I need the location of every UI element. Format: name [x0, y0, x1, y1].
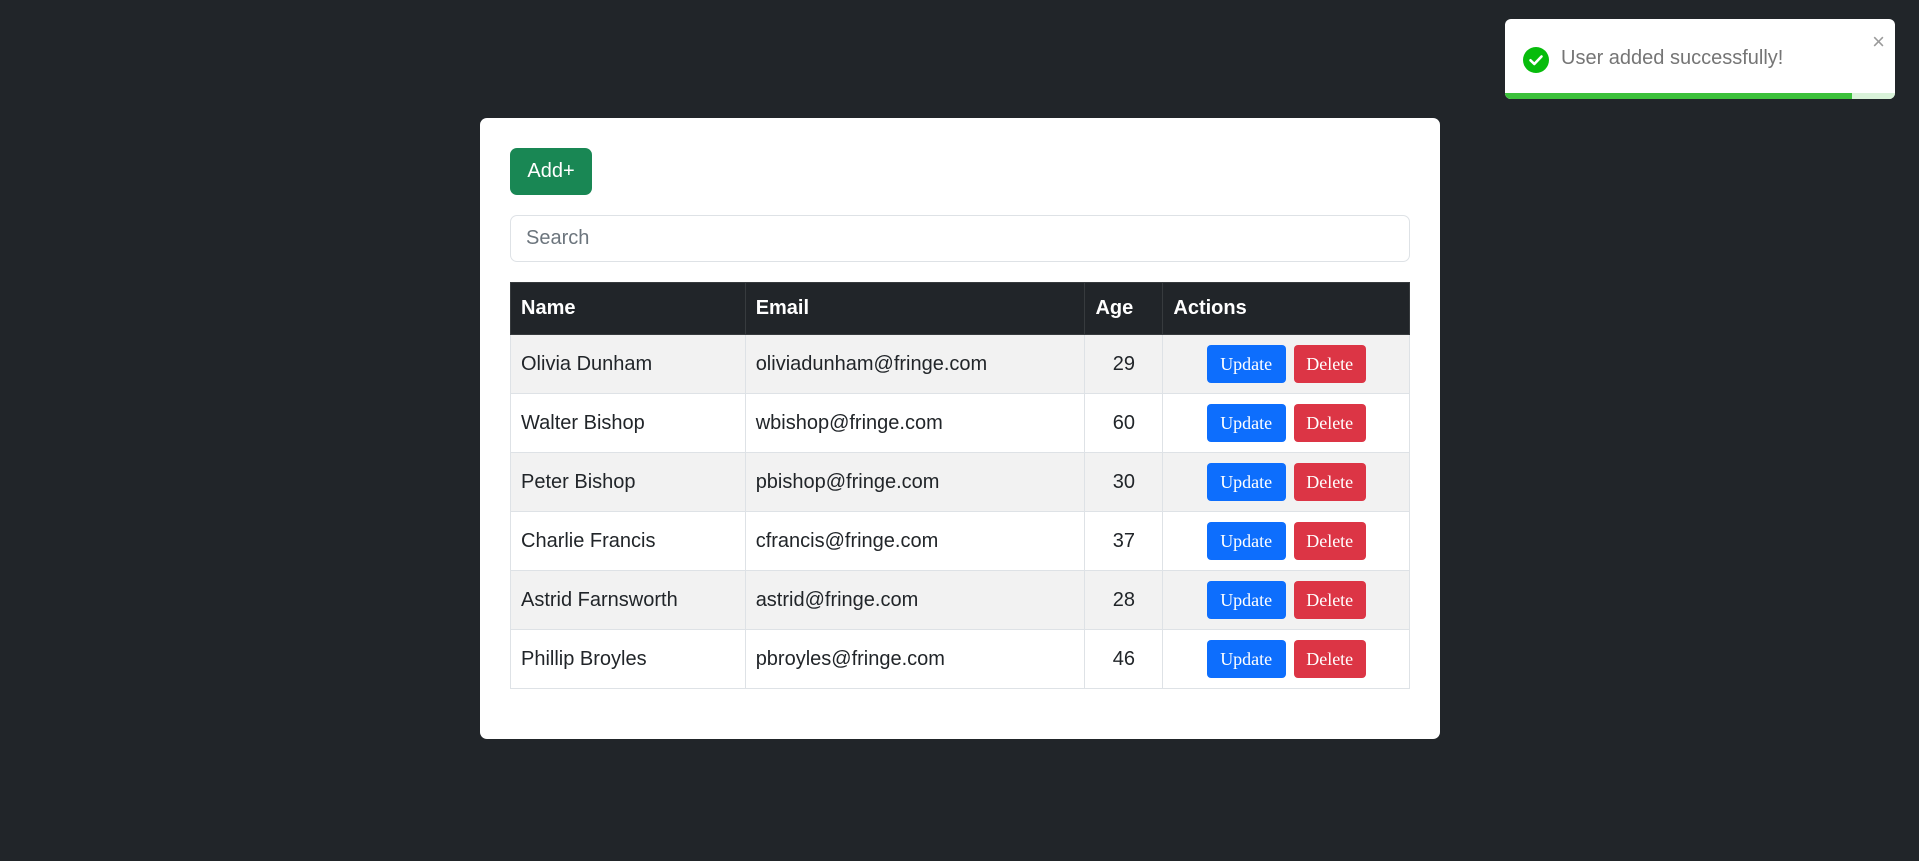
- delete-button[interactable]: Delete: [1293, 522, 1366, 560]
- cell-age: 28: [1084, 570, 1164, 630]
- table-row: Walter Bishop wbishop@fringe.com 60 Upda…: [510, 393, 1410, 453]
- search-input[interactable]: [510, 215, 1410, 262]
- table-header-row: Name Email Age Actions: [510, 282, 1410, 335]
- delete-button[interactable]: Delete: [1293, 463, 1366, 501]
- toast-message: User added successfully!: [1561, 47, 1784, 69]
- table-row: Charlie Francis cfrancis@fringe.com 37 U…: [510, 511, 1410, 571]
- update-button[interactable]: Update: [1206, 345, 1286, 383]
- toast-progress-track: [1505, 93, 1895, 99]
- header-age: Age: [1084, 282, 1164, 335]
- cell-age: 46: [1084, 629, 1164, 689]
- cell-actions: Update Delete: [1162, 511, 1410, 571]
- cell-email: astrid@fringe.com: [744, 570, 1086, 630]
- cell-email: oliviadunham@fringe.com: [744, 334, 1086, 394]
- cell-email: wbishop@fringe.com: [744, 393, 1086, 453]
- cell-name: Astrid Farnsworth: [510, 570, 746, 630]
- header-email: Email: [744, 282, 1086, 335]
- cell-name: Peter Bishop: [510, 452, 746, 512]
- update-button[interactable]: Update: [1206, 463, 1286, 501]
- cell-actions: Update Delete: [1162, 452, 1410, 512]
- update-button[interactable]: Update: [1206, 522, 1286, 560]
- header-name: Name: [510, 282, 746, 335]
- delete-button[interactable]: Delete: [1293, 404, 1366, 442]
- table-row: Olivia Dunham oliviadunham@fringe.com 29…: [510, 334, 1410, 394]
- delete-button[interactable]: Delete: [1293, 581, 1366, 619]
- table-row: Astrid Farnsworth astrid@fringe.com 28 U…: [510, 570, 1410, 630]
- check-circle-icon: [1523, 47, 1549, 73]
- cell-age: 60: [1084, 393, 1164, 453]
- success-toast: User added successfully! ×: [1505, 19, 1895, 99]
- cell-name: Walter Bishop: [510, 393, 746, 453]
- cell-name: Charlie Francis: [510, 511, 746, 571]
- header-actions: Actions: [1162, 282, 1410, 335]
- cell-actions: Update Delete: [1162, 393, 1410, 453]
- cell-age: 37: [1084, 511, 1164, 571]
- cell-name: Phillip Broyles: [510, 629, 746, 689]
- users-card: Add+ Name Email Age Actions Olivia Dunha…: [480, 118, 1440, 739]
- cell-name: Olivia Dunham: [510, 334, 746, 394]
- update-button[interactable]: Update: [1206, 640, 1286, 678]
- table-row: Peter Bishop pbishop@fringe.com 30 Updat…: [510, 452, 1410, 512]
- cell-age: 29: [1084, 334, 1164, 394]
- cell-email: cfrancis@fringe.com: [744, 511, 1086, 571]
- cell-age: 30: [1084, 452, 1164, 512]
- add-user-button[interactable]: Add+: [510, 148, 592, 195]
- toast-progress-bar: [1505, 93, 1853, 99]
- cell-email: pbishop@fringe.com: [744, 452, 1086, 512]
- cell-email: pbroyles@fringe.com: [744, 629, 1086, 689]
- users-table: Name Email Age Actions Olivia Dunham oli…: [510, 282, 1410, 689]
- delete-button[interactable]: Delete: [1293, 640, 1366, 678]
- cell-actions: Update Delete: [1162, 334, 1410, 394]
- cell-actions: Update Delete: [1162, 570, 1410, 630]
- close-icon[interactable]: ×: [1872, 31, 1885, 53]
- update-button[interactable]: Update: [1206, 404, 1286, 442]
- cell-actions: Update Delete: [1162, 629, 1410, 689]
- delete-button[interactable]: Delete: [1293, 345, 1366, 383]
- update-button[interactable]: Update: [1206, 581, 1286, 619]
- table-row: Phillip Broyles pbroyles@fringe.com 46 U…: [510, 629, 1410, 689]
